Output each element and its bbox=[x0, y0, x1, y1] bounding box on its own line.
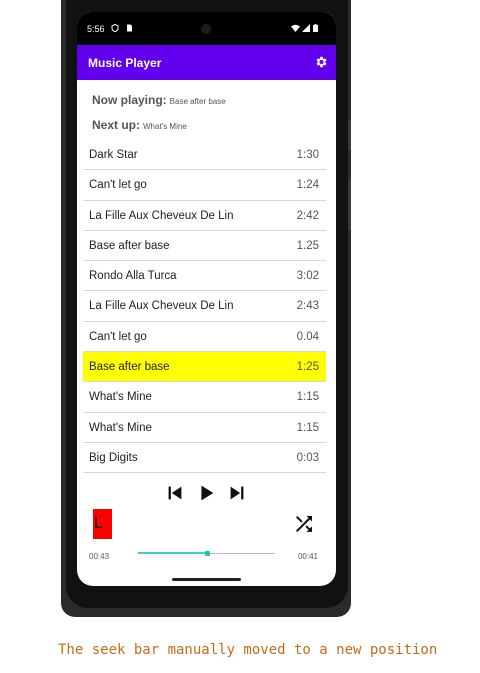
track-title: La Fille Aux Cheveux De Lin bbox=[89, 300, 234, 313]
track-title: Base after base bbox=[89, 239, 170, 252]
letter-badge: L bbox=[93, 509, 112, 539]
track-duration: 1:24 bbox=[296, 179, 319, 192]
track-row-selected[interactable]: Base after base 1:25 bbox=[83, 352, 326, 383]
next-up-label: Next up: bbox=[92, 118, 140, 132]
sim-icon bbox=[127, 24, 132, 32]
track-duration: 1.25 bbox=[296, 239, 319, 252]
shuffle-icon[interactable] bbox=[292, 512, 316, 536]
front-camera bbox=[201, 24, 211, 34]
elapsed-time: 00:43 bbox=[89, 552, 110, 561]
seek-thumb[interactable] bbox=[204, 551, 210, 556]
shield-icon bbox=[111, 24, 119, 32]
skip-previous-icon[interactable] bbox=[164, 482, 186, 504]
track-row[interactable]: What's Mine 1:15 bbox=[83, 413, 326, 443]
track-row[interactable]: What's Mine 1:15 bbox=[83, 382, 326, 413]
track-duration: 1:15 bbox=[296, 421, 319, 434]
track-duration: 1:15 bbox=[296, 391, 319, 404]
volume-button bbox=[348, 120, 351, 150]
wifi-icon bbox=[291, 24, 300, 32]
next-up-row: Next up: What's Mine bbox=[92, 118, 187, 132]
playback-controls bbox=[77, 482, 336, 512]
phone-screen: 5:56 Music Player Now playing: Base after… bbox=[77, 12, 336, 586]
track-duration: 0.04 bbox=[296, 330, 319, 343]
track-row[interactable]: Rondo Alla Turca 3:02 bbox=[83, 261, 326, 292]
remaining-time: 00:41 bbox=[297, 552, 318, 561]
track-duration: 0:03 bbox=[296, 451, 319, 464]
track-title: La Fille Aux Cheveux De Lin bbox=[89, 209, 234, 222]
track-title: Rondo Alla Turca bbox=[89, 270, 177, 283]
track-row[interactable]: Can't let go 0.04 bbox=[83, 322, 326, 353]
track-duration: 2:43 bbox=[296, 300, 319, 313]
app-title: Music Player bbox=[88, 56, 162, 70]
caption: The seek bar manually moved to a new pos… bbox=[58, 642, 438, 658]
track-row[interactable]: Base after base 1.25 bbox=[83, 231, 326, 262]
status-bar: 5:56 bbox=[77, 12, 336, 45]
power-button bbox=[348, 180, 351, 230]
skip-next-icon[interactable] bbox=[226, 482, 248, 504]
play-icon[interactable] bbox=[195, 482, 217, 504]
track-row[interactable]: Can't let go 1:24 bbox=[83, 170, 326, 201]
track-title: Can't let go bbox=[89, 179, 147, 192]
track-title: Base after base bbox=[89, 361, 170, 374]
now-playing-label: Now playing: bbox=[92, 93, 167, 107]
battery-icon bbox=[313, 24, 318, 32]
track-title: What's Mine bbox=[89, 391, 152, 404]
track-title: Big Digits bbox=[89, 451, 138, 464]
status-time: 5:56 bbox=[87, 24, 105, 34]
track-list: Dark Star 1:30 Can't let go 1:24 La Fill… bbox=[83, 140, 326, 474]
now-playing-row: Now playing: Base after base bbox=[92, 93, 226, 107]
track-duration: 2:42 bbox=[296, 209, 319, 222]
home-gesture-bar[interactable] bbox=[172, 578, 241, 581]
track-title: Can't let go bbox=[89, 330, 147, 343]
track-duration: 3:02 bbox=[296, 270, 319, 283]
track-row[interactable]: La Fille Aux Cheveux De Lin 2:43 bbox=[83, 291, 326, 322]
track-title: Dark Star bbox=[89, 149, 138, 161]
next-up-value: What's Mine bbox=[143, 122, 187, 131]
seek-progress bbox=[138, 552, 207, 554]
track-duration: 1:30 bbox=[296, 149, 319, 161]
signal-icon bbox=[302, 24, 310, 32]
track-row[interactable]: La Fille Aux Cheveux De Lin 2:42 bbox=[83, 201, 326, 231]
track-row[interactable]: Dark Star 1:30 bbox=[83, 140, 326, 171]
track-title: What's Mine bbox=[89, 421, 152, 434]
app-bar: Music Player bbox=[77, 45, 336, 80]
seek-bar[interactable] bbox=[138, 549, 275, 559]
now-playing-value: Base after base bbox=[169, 97, 226, 106]
track-duration: 1:25 bbox=[296, 361, 319, 374]
gear-icon[interactable] bbox=[314, 55, 328, 69]
track-row[interactable]: Big Digits 0:03 bbox=[83, 443, 326, 474]
